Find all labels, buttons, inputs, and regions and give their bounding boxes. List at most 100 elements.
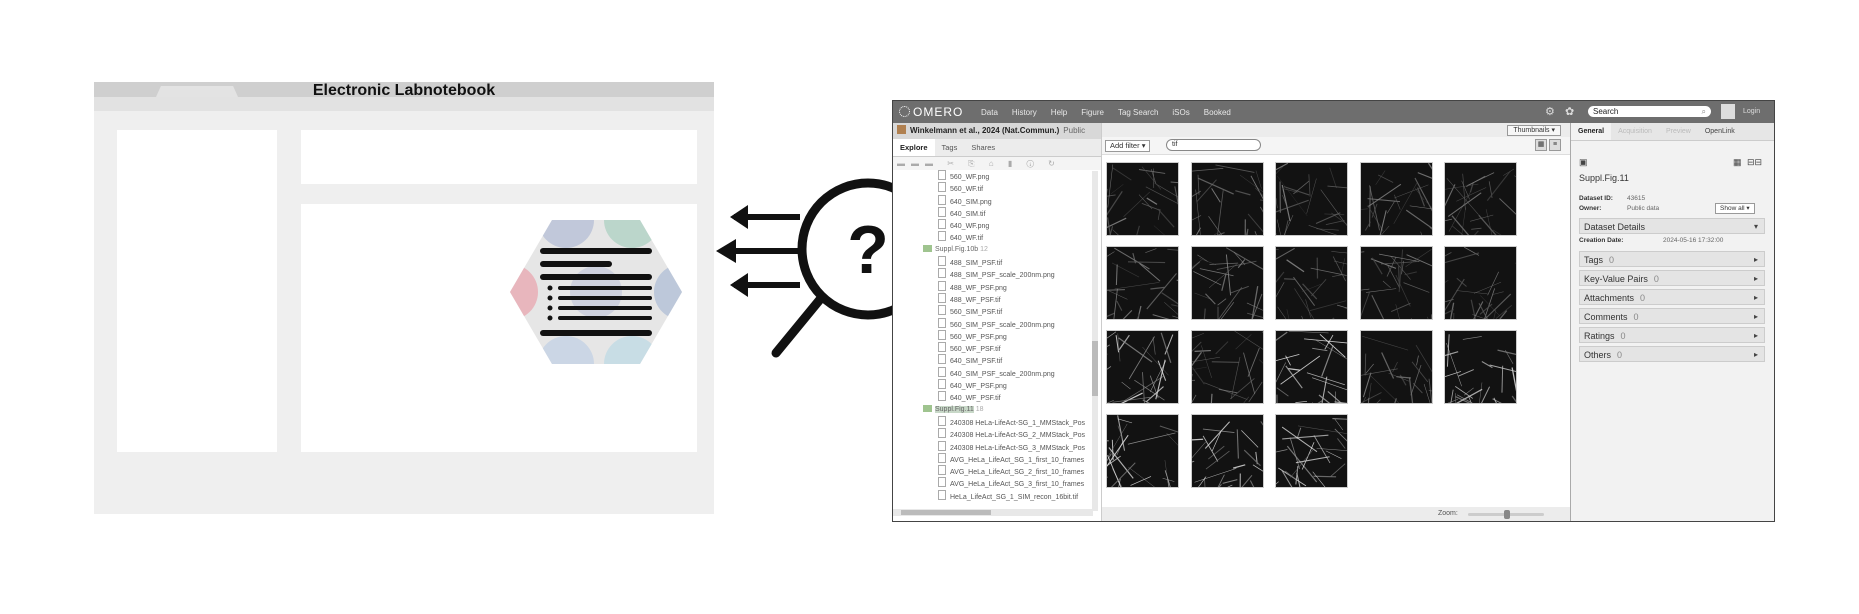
link-icon[interactable]: ⊟⊟ xyxy=(1747,157,1762,168)
image-thumbnail[interactable] xyxy=(1106,162,1179,236)
dataset-details-section[interactable]: Dataset Details ▾ xyxy=(1579,218,1765,234)
tab-acquisition[interactable]: Acquisition xyxy=(1611,123,1659,140)
section-comments[interactable]: Comments 0 ▸ xyxy=(1579,308,1765,324)
tree-image[interactable]: 560_SIM_PSF_scale_200nm.png xyxy=(893,317,1098,330)
image-thumbnail[interactable] xyxy=(1190,414,1264,488)
tree-image[interactable]: 560_WF.png xyxy=(893,170,1098,182)
login-link[interactable]: Login xyxy=(1743,108,1760,115)
menu-item-booked[interactable]: Booked xyxy=(1204,108,1231,117)
tab-explore[interactable]: Explore xyxy=(893,139,935,156)
image-thumbnail[interactable] xyxy=(1190,330,1264,404)
image-thumbnail[interactable] xyxy=(1359,330,1433,404)
image-thumbnail[interactable] xyxy=(1444,246,1517,320)
menu-item-tag-search[interactable]: Tag Search xyxy=(1118,108,1158,117)
file-icon xyxy=(938,391,946,402)
image-thumbnail[interactable] xyxy=(1275,246,1348,320)
section-tags[interactable]: Tags 0 ▸ xyxy=(1579,251,1765,267)
image-thumbnail[interactable] xyxy=(1275,414,1348,488)
tab-shares[interactable]: Shares xyxy=(964,139,1002,156)
image-thumbnail[interactable] xyxy=(1359,162,1433,236)
file-icon xyxy=(938,231,946,242)
show-all-select[interactable]: Show all ▾ xyxy=(1715,203,1755,214)
tree-image[interactable]: 640_SIM.tif xyxy=(893,206,1098,219)
image-thumbnail[interactable] xyxy=(1444,162,1517,236)
grid-view-icon[interactable]: ▦ xyxy=(1535,139,1547,151)
tree-dataset[interactable]: Suppl.Fig.10b 12 xyxy=(893,244,1098,256)
tree-image[interactable]: 640_WF_PSF.tif xyxy=(893,391,1098,403)
image-icon[interactable]: ▣ xyxy=(1579,157,1588,168)
list-view-icon[interactable]: ≡ xyxy=(1549,139,1561,151)
thumbnail-image xyxy=(1276,247,1347,319)
menu-item-history[interactable]: History xyxy=(1012,108,1037,117)
tab-general[interactable]: General xyxy=(1571,123,1612,140)
image-thumbnail[interactable] xyxy=(1190,246,1264,320)
tree-dataset[interactable]: Suppl.Fig.11 18 xyxy=(893,404,1098,416)
omero-window: OMERO Data History Help Figure Tag Search iSO… xyxy=(892,100,1775,522)
tree-image[interactable]: 240308 HeLa-LifeAct-SG_3_MMStack_Pos xyxy=(893,440,1098,453)
flower-icon[interactable]: ✿ xyxy=(1565,105,1574,118)
tree-image[interactable]: AVG_HeLa_LifeAct_SG_2_first_10_frames xyxy=(893,465,1098,477)
menu-item-isos[interactable]: iSOs xyxy=(1172,108,1189,117)
section-key-value-pairs[interactable]: Key-Value Pairs 0 ▸ xyxy=(1579,270,1765,286)
tree-label: 240308 HeLa-LifeAct-SG_2_MMStack_Pos xyxy=(950,432,1086,440)
image-thumbnail[interactable] xyxy=(1275,330,1348,404)
tree-image[interactable]: 488_WF_PSF.png xyxy=(893,280,1098,293)
tree-label: 488_SIM_PSF.tif xyxy=(950,260,1003,268)
tree-image[interactable]: 240308 HeLa-LifeAct-SG_2_MMStack_Pos xyxy=(893,428,1098,440)
tree-label: 560_WF_PSF.png xyxy=(950,333,1007,341)
menu-item-help[interactable]: Help xyxy=(1051,108,1067,117)
eln-toolbar xyxy=(94,97,714,111)
tree-horizontal-scrollbar[interactable] xyxy=(893,509,1093,516)
view-mode-select[interactable]: Thumbnails ▾ xyxy=(1507,125,1561,136)
image-thumbnail[interactable] xyxy=(1106,414,1179,488)
image-thumbnail[interactable] xyxy=(1359,246,1433,320)
tree-image[interactable]: 560_WF_PSF.tif xyxy=(893,342,1098,354)
tree-label: 488_WF_PSF.tif xyxy=(950,296,1001,304)
tree-image[interactable]: 640_WF.tif xyxy=(893,231,1098,243)
dataset-id-label: Dataset ID: xyxy=(1579,195,1613,202)
menu-item-figure[interactable]: Figure xyxy=(1081,108,1104,117)
section-others[interactable]: Others 0 ▸ xyxy=(1579,346,1765,362)
tree-image[interactable]: 488_SIM_PSF_scale_200nm.png xyxy=(893,268,1098,280)
filter-input[interactable]: tif xyxy=(1166,139,1261,151)
zoom-slider-handle[interactable] xyxy=(1504,510,1510,519)
section-attachments[interactable]: Attachments 0 ▸ xyxy=(1579,289,1765,305)
user-avatar[interactable] xyxy=(1721,104,1735,119)
section-ratings[interactable]: Ratings 0 ▸ xyxy=(1579,327,1765,343)
omero-search-input[interactable]: Search ⌕ xyxy=(1588,106,1711,117)
tree-image[interactable]: 640_SIM_PSF_scale_200nm.png xyxy=(893,366,1098,379)
menu-item-data[interactable]: Data xyxy=(981,108,998,117)
scrollbar-thumb[interactable] xyxy=(1092,341,1098,396)
tree-image[interactable]: 640_SIM.png xyxy=(893,194,1098,207)
tree-image[interactable]: 560_WF.tif xyxy=(893,182,1098,194)
tree-image[interactable]: 560_WF_PSF.png xyxy=(893,329,1098,342)
scripts-icon[interactable]: ⚙ xyxy=(1545,105,1555,118)
tree-image[interactable]: HeLa_LifeAct_SG_1_SIM_recon_16bit.tif xyxy=(893,489,1098,502)
tree-image[interactable]: 640_WF.png xyxy=(893,219,1098,231)
omero-logo[interactable]: OMERO xyxy=(899,105,963,119)
image-thumbnail[interactable] xyxy=(1106,246,1179,320)
image-thumbnail[interactable] xyxy=(1106,330,1179,404)
tree-vertical-scrollbar[interactable] xyxy=(1092,171,1098,511)
grid-icon[interactable]: ▦ xyxy=(1733,157,1742,168)
tab-tags[interactable]: Tags xyxy=(935,139,965,156)
thumbnail-image xyxy=(1360,163,1432,235)
group-header[interactable]: Winkelmann et al., 2024 (Nat.Commun.) Pub… xyxy=(893,123,1101,139)
tree-label: 640_SIM.tif xyxy=(950,210,986,218)
tab-preview[interactable]: Preview xyxy=(1659,123,1698,140)
image-thumbnail[interactable] xyxy=(1275,162,1348,236)
tree-image[interactable]: AVG_HeLa_LifeAct_SG_3_first_10_frames xyxy=(893,477,1098,489)
tree-image[interactable]: 488_WF_PSF.tif xyxy=(893,292,1098,305)
image-thumbnail[interactable] xyxy=(1444,330,1517,404)
tree-label: AVG_HeLa_LifeAct_SG_1_first_10_frames xyxy=(950,456,1085,464)
tree-image[interactable]: 240308 HeLa-LifeAct-SG_1_MMStack_Pos xyxy=(893,415,1098,428)
tab-openlink[interactable]: OpenLink xyxy=(1698,123,1742,140)
scrollbar-thumb[interactable] xyxy=(901,510,991,515)
tree-image[interactable]: AVG_HeLa_LifeAct_SG_1_first_10_frames xyxy=(893,452,1098,465)
image-thumbnail[interactable] xyxy=(1190,162,1264,236)
tree-image[interactable]: 640_WF_PSF.png xyxy=(893,379,1098,391)
tree-image[interactable]: 560_SIM_PSF.tif xyxy=(893,305,1098,317)
tree-image[interactable]: 488_SIM_PSF.tif xyxy=(893,256,1098,268)
add-filter-select[interactable]: Add filter ▾ xyxy=(1105,140,1151,152)
tree-image[interactable]: 640_SIM_PSF.tif xyxy=(893,354,1098,366)
